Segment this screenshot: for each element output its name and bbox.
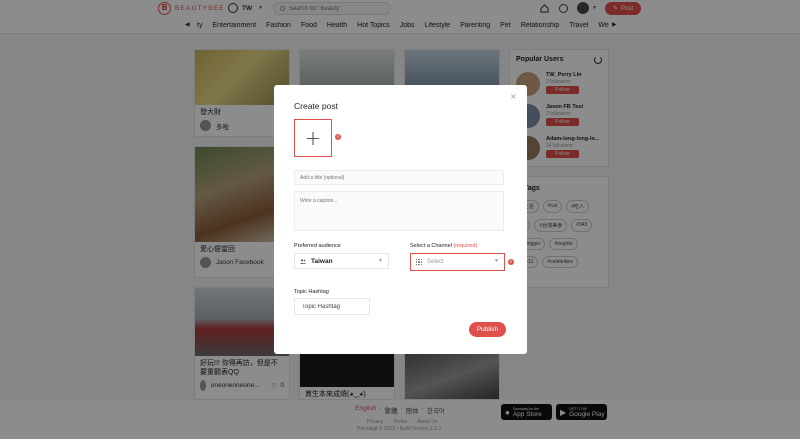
- close-icon[interactable]: ×: [510, 92, 517, 101]
- hashtag-label: Topic Hashtag: [294, 289, 329, 295]
- channel-label: Select a Channel (required): [410, 243, 477, 249]
- people-icon: [300, 258, 306, 264]
- channel-label-text: Select a Channel: [410, 243, 452, 249]
- audience-select[interactable]: Taiwan ▼: [294, 253, 389, 269]
- plus-icon: +: [304, 126, 322, 150]
- post-title-input[interactable]: [294, 170, 504, 185]
- chevron-down-icon: ▼: [494, 258, 499, 264]
- error-icon: !: [335, 134, 341, 140]
- audience-label: Preferred audience: [294, 243, 341, 249]
- publish-button[interactable]: Publish: [469, 322, 506, 337]
- post-caption-input[interactable]: [294, 191, 504, 231]
- required-marker: (required): [453, 243, 478, 249]
- grid-icon: [416, 259, 422, 265]
- image-upload-button[interactable]: +: [294, 119, 332, 157]
- modal-title: Create post: [294, 101, 338, 111]
- hashtag-input[interactable]: [294, 298, 370, 315]
- channel-select[interactable]: Select ▼: [410, 253, 505, 271]
- error-icon: !: [508, 259, 514, 265]
- audience-value: Taiwan: [311, 257, 333, 265]
- channel-placeholder: Select: [427, 259, 444, 265]
- chevron-down-icon: ▼: [378, 258, 383, 264]
- create-post-modal: Create post × + ! Preferred audience Tai…: [274, 85, 527, 354]
